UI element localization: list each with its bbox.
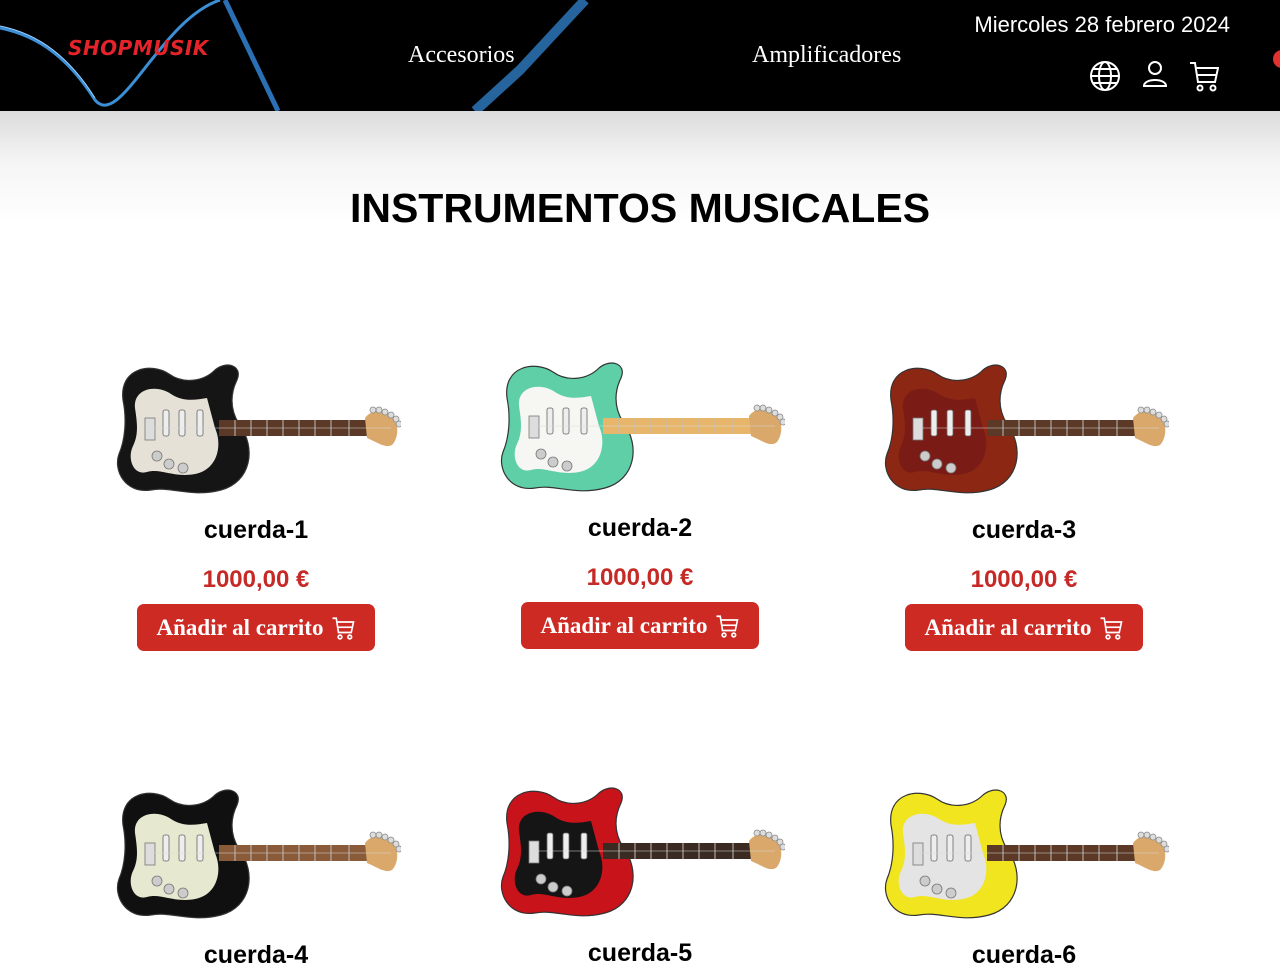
product-name[interactable]: cuerda-2	[448, 514, 832, 544]
product-card[interactable]: cuerda-5	[448, 781, 832, 969]
add-to-cart-label: Añadir al carrito	[540, 612, 708, 638]
current-date: Miercoles 28 febrero 2024	[974, 12, 1230, 37]
cart-icon	[715, 614, 739, 638]
product-image[interactable]	[879, 358, 1169, 498]
product-image[interactable]	[495, 356, 785, 496]
site-header: SHOPMUSIK Accesorios Amplificadores Mier…	[0, 0, 1280, 111]
cart-count-badge	[1273, 50, 1280, 68]
product-image[interactable]	[495, 781, 785, 921]
cart-icon	[331, 616, 355, 640]
product-card[interactable]: cuerda-4	[64, 783, 448, 971]
page-title: INSTRUMENTOS MUSICALES	[349, 185, 931, 231]
site-logo[interactable]: SHOPMUSIK	[68, 36, 209, 60]
nav-accesorios[interactable]: Accesorios	[408, 42, 515, 69]
product-name[interactable]: cuerda-6	[832, 941, 1216, 971]
product-name[interactable]: cuerda-1	[64, 516, 448, 546]
product-card[interactable]: cuerda-2 1000,00 € Añadir al carrito	[448, 356, 832, 649]
product-name[interactable]: cuerda-4	[64, 941, 448, 971]
product-card[interactable]: cuerda-3 1000,00 € Añadir al carrito	[832, 358, 1216, 651]
product-card[interactable]: cuerda-6	[832, 783, 1216, 971]
add-to-cart-label: Añadir al carrito	[156, 614, 324, 640]
cart-icon	[1099, 616, 1123, 640]
globe-icon[interactable]	[1089, 60, 1121, 97]
product-image[interactable]	[111, 783, 401, 923]
user-icon[interactable]	[1142, 60, 1168, 93]
add-to-cart-button[interactable]: Añadir al carrito	[136, 604, 376, 651]
add-to-cart-button[interactable]: Añadir al carrito	[904, 604, 1144, 651]
product-price: 1000,00 €	[202, 566, 310, 593]
product-name[interactable]: cuerda-3	[832, 516, 1216, 546]
add-to-cart-label: Añadir al carrito	[924, 614, 1092, 640]
cart-icon[interactable]	[1189, 60, 1220, 97]
product-price: 1000,00 €	[970, 566, 1078, 593]
product-price: 1000,00 €	[586, 564, 694, 591]
product-image[interactable]	[111, 358, 401, 498]
nav-amplificadores[interactable]: Amplificadores	[752, 42, 901, 69]
product-image[interactable]	[879, 783, 1169, 923]
product-card[interactable]: cuerda-1 1000,00 € Añadir al carrito	[64, 358, 448, 651]
product-name[interactable]: cuerda-5	[448, 939, 832, 969]
add-to-cart-button[interactable]: Añadir al carrito	[520, 602, 760, 649]
